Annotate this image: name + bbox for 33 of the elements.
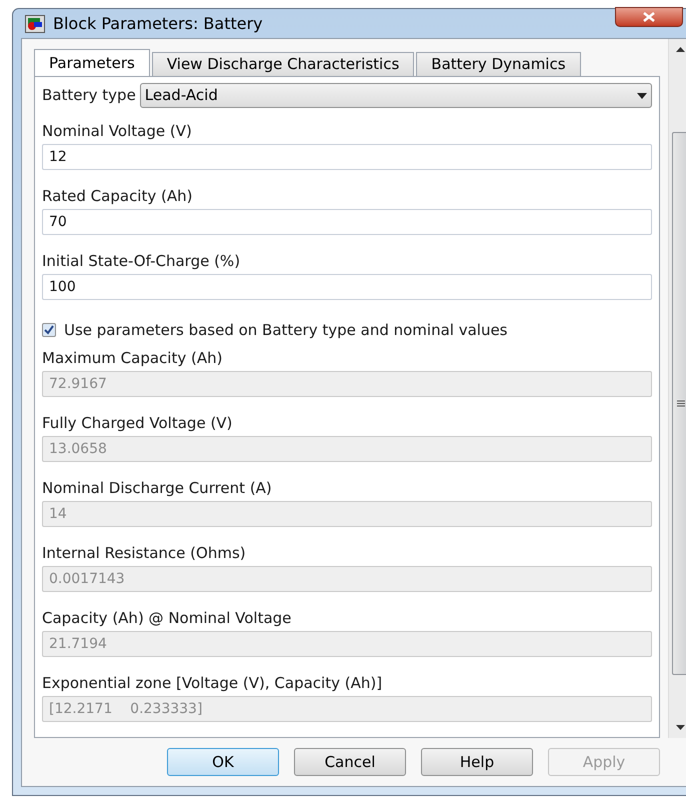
tab[interactable]: Parameters <box>34 49 150 76</box>
close-icon <box>643 12 655 22</box>
checkbox[interactable] <box>42 323 56 337</box>
scroll-up-icon <box>676 47 685 52</box>
field-label: Rated Capacity (Ah) <box>42 186 194 207</box>
input-field[interactable]: 12 <box>42 144 652 170</box>
scrollbar[interactable] <box>668 39 686 738</box>
input-field[interactable]: 100 <box>42 274 652 300</box>
field-label: Nominal Voltage (V) <box>42 121 193 142</box>
grip-icon <box>676 400 684 407</box>
field-label: Initial State-Of-Charge (%) <box>42 251 242 272</box>
field-label: Internal Resistance (Ohms) <box>42 543 247 564</box>
field-label: Maximum Capacity (Ah) <box>42 348 224 369</box>
tab[interactable]: View Discharge Characteristics <box>152 52 414 76</box>
window-title: Block Parameters: Battery <box>53 12 263 34</box>
scroll-down-icon <box>676 725 685 730</box>
dropdown[interactable]: Lead-Acid <box>140 83 652 108</box>
caret-icon <box>637 92 647 98</box>
checkmark-icon <box>44 325 54 335</box>
dialog-button[interactable]: Cancel <box>294 748 406 776</box>
dialog-button[interactable]: OK <box>167 748 279 776</box>
close-button[interactable] <box>615 6 683 26</box>
field-label: Nominal Discharge Current (A) <box>42 478 273 499</box>
block-icon <box>25 14 45 32</box>
input-field[interactable]: 70 <box>42 209 652 235</box>
field-label: Exponential zone [Voltage (V), Capacity (Ah)] <box>42 673 384 694</box>
dialog-button[interactable]: Help <box>421 748 533 776</box>
field-label: Capacity (Ah) @ Nominal Voltage <box>42 608 292 629</box>
checkbox-label: Use parameters based on Battery type and nominal values <box>64 320 508 341</box>
field-label: Fully Charged Voltage (V) <box>42 413 234 434</box>
field-label: Battery type <box>42 85 136 106</box>
scroll-thumb[interactable] <box>672 132 686 675</box>
tab[interactable]: Battery Dynamics <box>416 52 581 76</box>
